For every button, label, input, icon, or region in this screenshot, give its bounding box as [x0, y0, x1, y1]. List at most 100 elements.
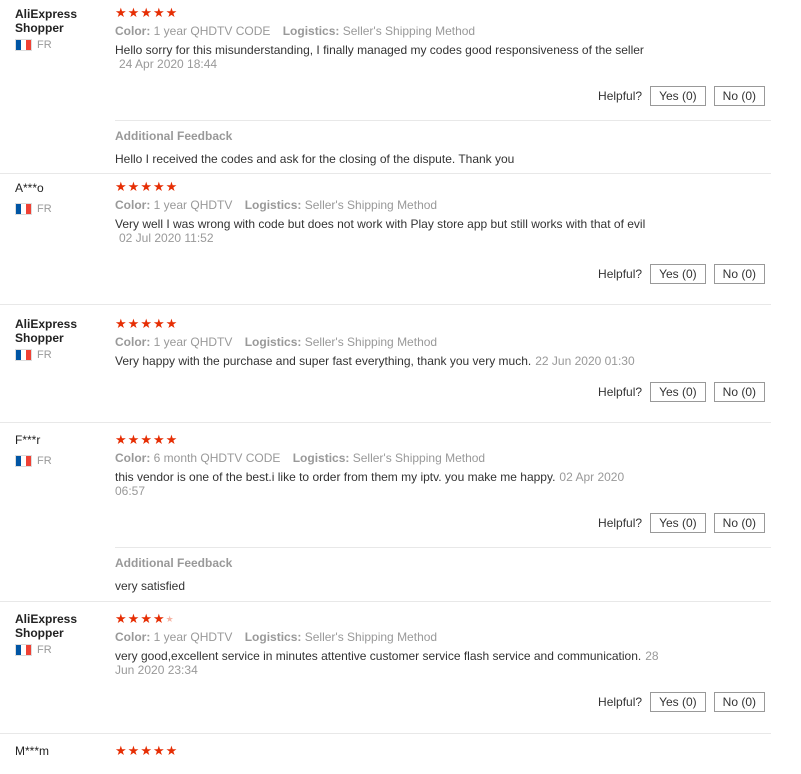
order-attributes: Color: 1 year QHDTV Logistics: Seller's …	[115, 335, 771, 349]
order-attributes: Color: 1 year QHDTV CODE Logistics: Sell…	[115, 24, 771, 38]
france-flag-icon	[15, 203, 32, 215]
logistics-key: Logistics:	[282, 24, 340, 38]
review-content: Very happy with the purchase and super f…	[115, 354, 532, 368]
star-icon: ★	[140, 611, 152, 626]
helpful-label: Helpful?	[598, 695, 643, 709]
helpful-no-button[interactable]: No (0)	[713, 692, 765, 712]
review-item: AliExpress Shopper FR ★ ★ ★ ★ ★ Color: 1 yea…	[0, 0, 771, 174]
review-item: F***r FR ★ ★ ★ ★ ★ Color: 6 month QHDTV CODE…	[0, 423, 771, 602]
helpful-yes-button[interactable]: Yes (0)	[650, 513, 706, 533]
star-icon: ★	[140, 316, 152, 331]
helpful-no-button[interactable]: No (0)	[713, 86, 765, 106]
review-body: ★ ★ ★ ★ ★ Color: 6 month QHDTV CODE Logistic…	[115, 432, 771, 499]
review-text: this vendor is one of the best.i like to…	[115, 470, 771, 498]
star-icon: ★	[152, 432, 165, 447]
review-content: Very well I was wrong with code but does…	[115, 217, 646, 231]
review-date: 02 Jul 2020 11:52	[119, 231, 214, 245]
logistics-value: Seller's Shipping Method	[304, 198, 438, 212]
helpful-label: Helpful?	[598, 516, 643, 530]
star-icon: ★	[140, 743, 152, 758]
country-code: FR	[37, 455, 52, 467]
logistics-value: Seller's Shipping Method	[304, 630, 438, 644]
star-icon: ★	[152, 611, 165, 626]
star-rating: ★ ★ ★ ★ ★	[115, 317, 771, 331]
additional-feedback-title: Additional Feedback	[115, 556, 233, 570]
france-flag-icon	[15, 39, 32, 51]
helpful-yes-button[interactable]: Yes (0)	[650, 692, 706, 712]
star-icon: ★	[127, 316, 140, 331]
review-item: AliExpress Shopper FR ★ ★ ★ ★ ★ Color: 1 yea…	[0, 305, 771, 423]
helpful-no-button[interactable]: No (0)	[713, 513, 765, 533]
color-value: 1 year QHDTV	[153, 630, 233, 644]
logistics-key: Logistics:	[292, 451, 350, 465]
logistics-value: Seller's Shipping Method	[352, 451, 486, 465]
additional-feedback-text: Hello I received the codes and ask for t…	[115, 152, 515, 166]
country-code: FR	[37, 39, 52, 51]
helpful-votes: Helpful? Yes (0) No (0)	[598, 264, 765, 284]
star-icon: ★	[115, 316, 127, 331]
color-key: Color:	[115, 198, 151, 212]
helpful-label: Helpful?	[598, 267, 643, 281]
color-key: Color:	[115, 630, 151, 644]
star-icon: ★	[152, 316, 165, 331]
color-key: Color:	[115, 451, 151, 465]
order-attributes: Color: 1 year QHDTV Logistics: Seller's …	[115, 198, 771, 212]
reviewer-info: AliExpress Shopper FR	[15, 317, 100, 361]
review-content: Hello sorry for this misunderstanding, I…	[115, 43, 644, 57]
star-icon: ★	[152, 743, 165, 758]
additional-feedback: Additional Feedback very satisfied	[115, 547, 771, 593]
review-body: ★ ★ ★ ★ ★ Color: 1 year QHDTV Logistics: Sel…	[115, 611, 771, 678]
star-icon: ★	[127, 5, 140, 20]
helpful-yes-button[interactable]: Yes (0)	[650, 264, 706, 284]
helpful-no-button[interactable]: No (0)	[713, 382, 765, 402]
reviewer-name: AliExpress Shopper	[15, 7, 78, 35]
review-date: 22 Jun 2020 01:30	[535, 354, 635, 368]
star-icon: ★	[115, 432, 127, 447]
star-rating: ★ ★ ★ ★ ★	[115, 180, 771, 194]
reviewer-country: FR	[15, 39, 100, 51]
reviewer-country: FR	[15, 203, 100, 215]
review-time: Jun 2020 23:34	[115, 663, 198, 677]
reviewer-country: FR	[15, 455, 100, 467]
half-star-icon: ★	[165, 614, 174, 624]
country-code: FR	[37, 349, 52, 361]
color-value: 6 month QHDTV CODE	[153, 451, 281, 465]
color-value: 1 year QHDTV CODE	[153, 24, 271, 38]
reviewer-name: A***o	[15, 181, 44, 195]
star-icon: ★	[127, 432, 140, 447]
helpful-votes: Helpful? Yes (0) No (0)	[598, 86, 765, 106]
star-rating: ★ ★ ★ ★ ★	[115, 744, 771, 758]
helpful-yes-button[interactable]: Yes (0)	[650, 86, 706, 106]
helpful-votes: Helpful? Yes (0) No (0)	[598, 513, 765, 533]
helpful-no-button[interactable]: No (0)	[713, 264, 765, 284]
reviewer-info: M***m	[15, 744, 100, 758]
review-body: ★ ★ ★ ★ ★ Color: 1 year QHDTV Logistics: Sel…	[115, 317, 771, 369]
star-icon: ★	[140, 432, 152, 447]
france-flag-icon	[15, 644, 32, 656]
helpful-yes-button[interactable]: Yes (0)	[650, 382, 706, 402]
review-item: M***m ★ ★ ★ ★ ★	[0, 734, 771, 774]
france-flag-icon	[15, 349, 32, 361]
star-icon: ★	[165, 179, 178, 194]
star-icon: ★	[140, 179, 152, 194]
star-rating: ★ ★ ★ ★ ★	[115, 6, 771, 20]
reviewer-country: FR	[15, 349, 100, 361]
helpful-label: Helpful?	[598, 89, 643, 103]
country-code: FR	[37, 203, 52, 215]
color-value: 1 year QHDTV	[153, 335, 233, 349]
reviewer-info: AliExpress Shopper FR	[15, 7, 100, 51]
star-icon: ★	[115, 743, 127, 758]
star-icon: ★	[165, 743, 178, 758]
helpful-votes: Helpful? Yes (0) No (0)	[598, 692, 765, 712]
additional-feedback: Additional Feedback Hello I received the…	[115, 120, 771, 166]
reviewer-info: F***r FR	[15, 433, 100, 467]
reviewer-info: AliExpress Shopper FR	[15, 612, 100, 656]
reviewer-name: M***m	[15, 744, 50, 758]
star-icon: ★	[165, 316, 178, 331]
reviewer-country: FR	[15, 644, 100, 656]
star-icon: ★	[165, 432, 178, 447]
color-key: Color:	[115, 24, 151, 38]
review-item: AliExpress Shopper FR ★ ★ ★ ★ ★ Color: 1 yea…	[0, 602, 771, 734]
additional-feedback-title: Additional Feedback	[115, 129, 233, 143]
reviewer-name: F***r	[15, 433, 41, 447]
